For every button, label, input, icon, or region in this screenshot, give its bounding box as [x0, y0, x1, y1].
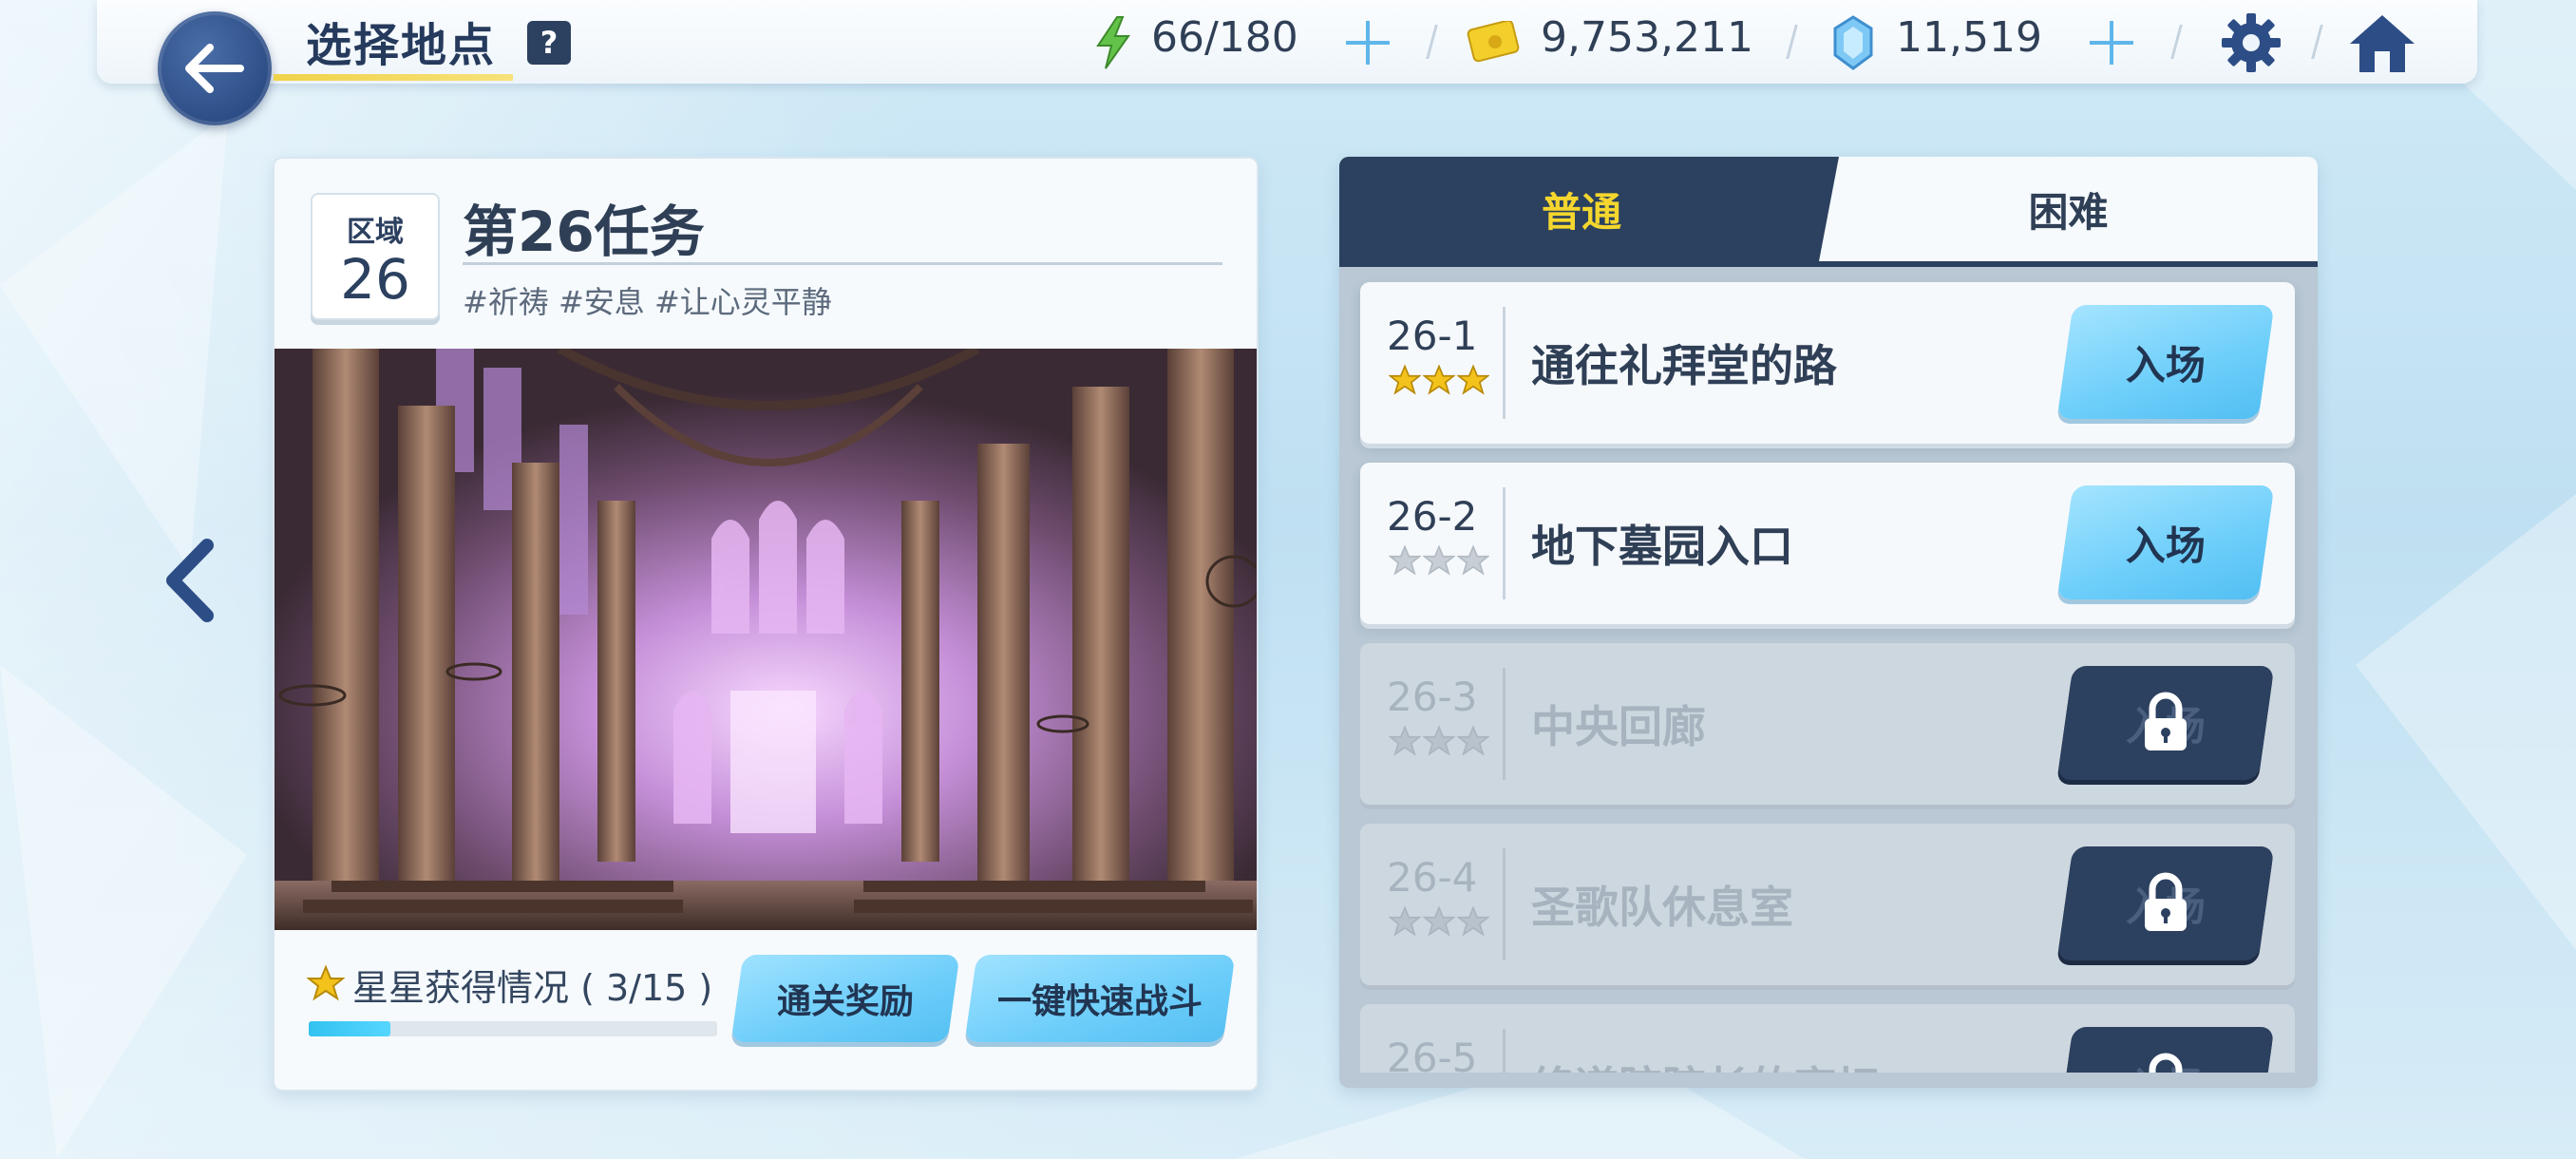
lock-icon [2149, 1053, 2183, 1073]
stage-code: 26-2 [1387, 493, 1478, 540]
add-gems-button[interactable] [2086, 17, 2137, 68]
area-number: 26 [340, 247, 410, 312]
mission-tags: #祈祷 #安息 #让心灵平静 [463, 284, 832, 320]
quick-battle-button[interactable]: 一键快速战斗 [964, 955, 1236, 1042]
stage-divider [1503, 668, 1506, 780]
stage-code: 26-5 [1387, 1035, 1478, 1073]
quick-battle-label: 一键快速战斗 [996, 982, 1203, 1021]
star-filled-icon [1423, 364, 1455, 395]
previous-area-arrow-icon[interactable] [160, 538, 220, 623]
stage-code: 26-3 [1387, 674, 1478, 720]
star-empty-icon [1457, 544, 1489, 576]
stage-list: 26-1通往礼拜堂的路入场26-2地下墓园入口入场26-3中央回廊入场26-4圣… [1339, 157, 2318, 1073]
stage-divider [1503, 487, 1506, 599]
energy-icon [1096, 16, 1130, 69]
star-empty-icon [1389, 905, 1421, 937]
enter-label: 入场 [2125, 341, 2206, 389]
star-filled-icon [1457, 364, 1489, 395]
stage-list-panel: 普通 困难 26-1通往礼拜堂的路入场26-2地下墓园入口入场26-3中央回廊入… [1339, 157, 2318, 1088]
stage-stars [1389, 544, 1489, 577]
help-button[interactable]: ? [527, 21, 571, 65]
stage-locked-button: 入场 [2056, 1027, 2275, 1073]
mission-title: 第26任务 [463, 200, 705, 264]
lock-icon [2145, 692, 2187, 750]
credits-value: 9,753,211 [1541, 13, 1753, 62]
credit-card-icon [1467, 21, 1520, 63]
star-empty-icon [1389, 544, 1421, 576]
arrow-left-icon [185, 44, 244, 93]
stage-code: 26-4 [1387, 854, 1478, 901]
add-energy-button[interactable] [1342, 17, 1393, 68]
star-empty-icon [1423, 544, 1455, 576]
stage-row[interactable]: 26-5 终道院院长的牢坛 入场 [1360, 1004, 2295, 1073]
stage-enter-button[interactable]: 入场 [2056, 485, 2275, 599]
enter-label: 入场 [2125, 522, 2206, 569]
star-empty-icon [1423, 725, 1455, 756]
stage-name: 圣歌队休息室 [1531, 882, 1793, 933]
title-underline [274, 74, 513, 81]
stage-name: 终道院院长的牢坛 [1531, 1054, 1881, 1073]
clear-reward-button[interactable]: 通关奖励 [730, 955, 960, 1042]
stars-progress-bar [309, 1021, 717, 1036]
stage-divider [1503, 848, 1506, 960]
star-filled-icon [1389, 364, 1421, 395]
stage-stars [1389, 725, 1489, 757]
star-empty-icon [1389, 725, 1421, 756]
stars-progress-fill [309, 1021, 390, 1036]
stage-stars [1389, 364, 1489, 396]
stage-divider [1503, 1029, 1506, 1073]
stage-name: 地下墓园入口 [1531, 521, 1793, 572]
stage-locked-button: 入场 [2056, 846, 2275, 960]
back-button[interactable] [158, 11, 272, 125]
stage-row[interactable]: 26-2 地下墓园入口 入场 [1360, 463, 2295, 624]
gems-value: 11,519 [1896, 13, 2042, 62]
stage-row[interactable]: 26-4 圣歌队休息室 入场 [1360, 824, 2295, 985]
area-label: 区域 [347, 216, 404, 249]
stage-stars [1389, 905, 1489, 938]
mission-card: 区域 26 第26任务 #祈祷 #安息 #让心灵平静 星星获得情况 (3/15… [273, 157, 1259, 1092]
stars-progress-label: 星星获得情况 ( 3/15 ) [352, 967, 713, 1009]
stage-divider [1503, 307, 1506, 419]
stage-name: 中央回廊 [1531, 701, 1706, 752]
energy-value: 66/180 [1151, 13, 1298, 62]
stage-row[interactable]: 26-3 中央回廊 入场 [1360, 643, 2295, 805]
home-icon[interactable] [2348, 11, 2416, 74]
stage-locked-button: 入场 [2056, 666, 2275, 780]
title-divider [463, 262, 1222, 265]
stage-enter-button[interactable]: 入场 [2056, 305, 2275, 419]
stage-name: 通往礼拜堂的路 [1531, 340, 1837, 391]
area-badge: 区域 26 [311, 193, 440, 320]
clear-reward-label: 通关奖励 [776, 982, 914, 1021]
settings-gear-icon[interactable] [2220, 11, 2282, 74]
cathedral-illustration [275, 349, 1257, 930]
stage-code: 26-1 [1387, 313, 1478, 359]
gem-icon [1833, 15, 1873, 70]
star-empty-icon [1423, 905, 1455, 937]
star-icon [307, 964, 345, 1001]
star-empty-icon [1457, 725, 1489, 756]
lock-icon [2145, 872, 2187, 931]
star-empty-icon [1457, 905, 1489, 937]
page-title: 选择地点 [306, 19, 497, 72]
stage-row[interactable]: 26-1 通往礼拜堂的路 入场 [1360, 282, 2295, 444]
